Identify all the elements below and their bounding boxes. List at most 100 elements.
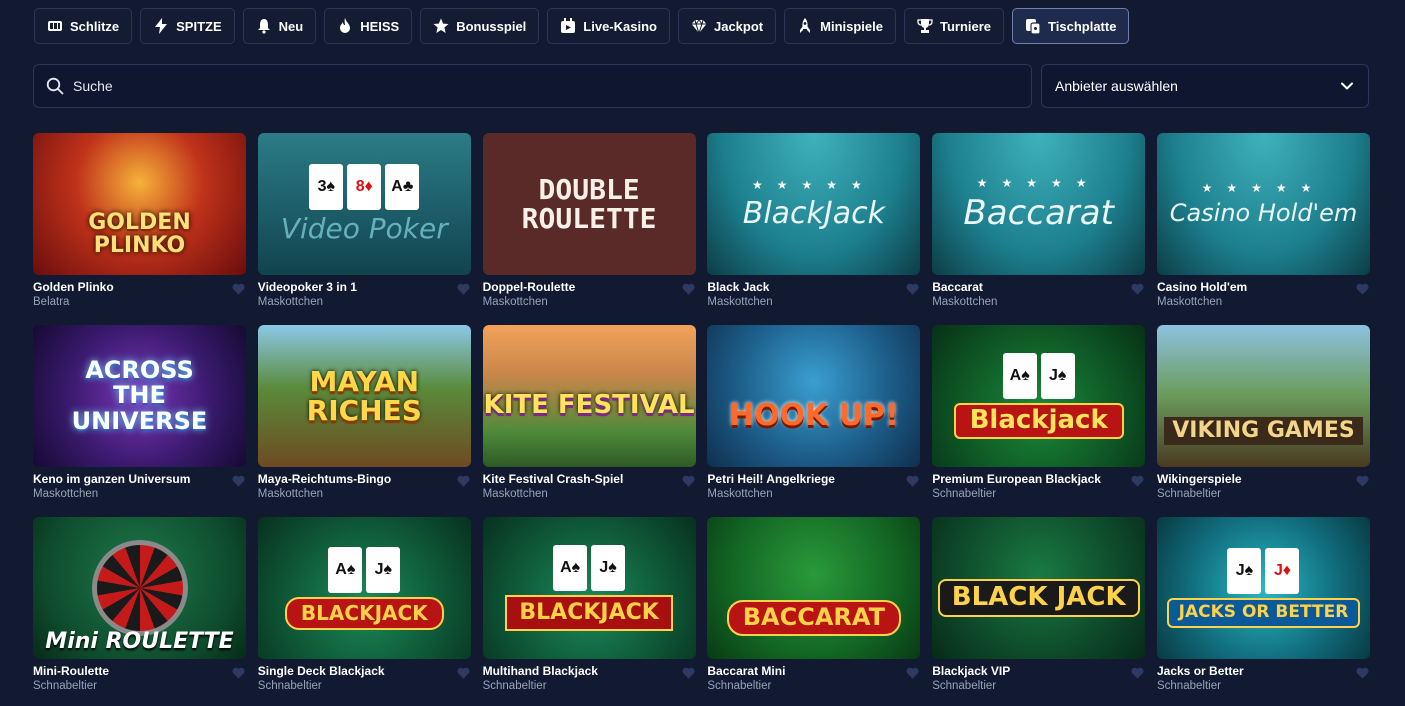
favorite-heart-icon[interactable] (457, 666, 470, 679)
search-input[interactable]: Suche (33, 64, 1032, 108)
favorite-heart-icon[interactable] (232, 282, 245, 295)
tab-bonusspiel[interactable]: Bonusspiel (420, 8, 540, 44)
game-name: Multihand Blackjack (482, 664, 598, 678)
favorite-heart-icon[interactable] (1356, 282, 1369, 295)
tab-jackpot[interactable]: Jackpot (677, 8, 777, 44)
game-thumbnail[interactable]: ★★★★★ BlackJack (707, 133, 921, 275)
tab-tischplatte[interactable]: Tischplatte (1012, 8, 1130, 44)
tab-label: Turniere (939, 18, 992, 34)
game-thumbnail[interactable]: ★★★★★ Baccarat (932, 133, 1146, 275)
game-thumbnail[interactable]: VIKING GAMES (1156, 325, 1370, 467)
playing-cards-art: J♠ J♦ (1227, 548, 1300, 595)
game-grid: GOLDEN PLINKO Golden Plinko Belatra 3♠ 8♦ A… (33, 133, 1370, 692)
game-card[interactable]: 3♠ 8♦ A♣ Video Poker Videopoker 3 in 1 Mask… (257, 133, 471, 308)
game-thumbnail[interactable]: GOLDEN PLINKO (33, 133, 246, 275)
game-provider: Schnabeltier (1156, 680, 1221, 692)
favorite-heart-icon[interactable] (682, 474, 695, 487)
stars-decoration: ★★★★★ (751, 178, 876, 193)
tab-minispiele[interactable]: Minispiele (784, 8, 896, 44)
game-thumbnail[interactable]: A♠ J♠ Blackjack (932, 325, 1146, 467)
game-thumbnail[interactable]: ACROSS THE UNIVERSE (33, 325, 246, 467)
game-card[interactable]: ★★★★★ Baccarat Baccarat Maskottchen (932, 133, 1146, 308)
tab-label: Minispiele (820, 18, 883, 34)
playing-cards-art: A♠ J♠ (553, 545, 626, 592)
tab-neu[interactable]: Neu (242, 8, 317, 44)
tab-label: Schlitze (70, 18, 120, 34)
favorite-heart-icon[interactable] (1131, 282, 1144, 295)
game-art-title: KITE FESTIVAL (483, 390, 695, 421)
game-provider: Maskottchen (707, 488, 773, 500)
game-card[interactable]: HOOK UP! Petri Heil! Angelkriege Maskottc… (707, 325, 921, 500)
game-card[interactable]: A♠ J♠ BLACKJACK Single Deck Blackjack Schn… (257, 517, 471, 692)
favorite-heart-icon[interactable] (232, 474, 245, 487)
game-name: Golden Plinko (33, 280, 114, 294)
game-thumbnail[interactable]: MAYAN RICHES (257, 325, 471, 467)
tab-spitze[interactable]: SPITZE (140, 8, 235, 44)
tab-schlitze[interactable]: Schlitze (34, 8, 133, 44)
favorite-heart-icon[interactable] (1356, 474, 1369, 487)
game-name: Jacks or Better (1156, 664, 1244, 678)
game-art-title: VIKING GAMES (1164, 417, 1363, 445)
favorite-heart-icon[interactable] (232, 666, 245, 679)
game-provider: Schnabeltier (1156, 488, 1221, 500)
game-provider: Maskottchen (33, 488, 99, 500)
game-thumbnail[interactable]: A♠ J♠ BLACKJACK (257, 517, 471, 659)
favorite-heart-icon[interactable] (1356, 666, 1369, 679)
game-provider: Maskottchen (932, 296, 998, 308)
game-thumbnail[interactable]: DOUBLE ROULETTE (482, 133, 696, 275)
game-thumbnail[interactable]: A♠ J♠ BLACKJACK (482, 517, 696, 659)
tab-heiss[interactable]: HEISS (324, 8, 413, 44)
favorite-heart-icon[interactable] (1131, 474, 1144, 487)
game-thumbnail[interactable]: BLACK JACK (932, 517, 1146, 659)
game-name: Mini-Roulette (33, 664, 109, 678)
game-provider: Maskottchen (1156, 296, 1223, 308)
stars-decoration: ★★★★★ (976, 176, 1101, 191)
game-thumbnail[interactable]: KITE FESTIVAL (482, 325, 696, 467)
game-art-title: DOUBLE ROULETTE (521, 172, 657, 235)
game-card[interactable]: VIKING GAMES Wikingerspiele Schnabeltier (1156, 325, 1370, 500)
game-thumbnail[interactable]: ★★★★★ Casino Hold'em (1156, 133, 1370, 275)
game-card[interactable]: ACROSS THE UNIVERSE Keno im ganzen Unive… (33, 325, 246, 500)
game-card[interactable]: MAYAN RICHES Maya-Reichtums-Bingo Maskott… (257, 325, 471, 500)
game-art-title: Video Poker (280, 212, 448, 246)
provider-select[interactable]: Anbieter auswählen (1041, 64, 1369, 108)
game-card[interactable]: GOLDEN PLINKO Golden Plinko Belatra (33, 133, 246, 308)
game-art-title: BLACKJACK (505, 595, 673, 631)
game-card[interactable]: Mini ROULETTE Mini-Roulette Schnabeltier (33, 517, 246, 692)
tab-turniere[interactable]: Turniere (903, 8, 1005, 44)
game-thumbnail[interactable]: HOOK UP! (707, 325, 921, 467)
game-thumbnail[interactable]: J♠ J♦ JACKS OR BETTER (1156, 517, 1370, 659)
favorite-heart-icon[interactable] (906, 282, 919, 295)
game-card[interactable]: BLACK JACK Blackjack VIP Schnabeltier (932, 517, 1146, 692)
playing-cards-art: A♠ J♠ (1002, 353, 1075, 400)
game-card[interactable]: ★★★★★ Casino Hold'em Casino Hold'em Masko… (1156, 133, 1370, 308)
game-card[interactable]: KITE FESTIVAL Kite Festival Crash-Spiel M… (482, 325, 696, 500)
flame-icon (337, 18, 353, 34)
game-name: Single Deck Blackjack (257, 664, 385, 678)
game-card[interactable]: A♠ J♠ BLACKJACK Multihand Blackjack Schnab… (482, 517, 696, 692)
favorite-heart-icon[interactable] (906, 666, 919, 679)
game-thumbnail[interactable]: BACCARAT (707, 517, 921, 659)
favorite-heart-icon[interactable] (1131, 666, 1144, 679)
game-provider: Schnabeltier (932, 488, 997, 500)
game-name: Baccarat (932, 280, 983, 294)
game-name: Wikingerspiele (1156, 472, 1242, 486)
game-art-title: Blackjack (953, 403, 1124, 439)
provider-select-label: Anbieter auswählen (1055, 78, 1178, 94)
game-thumbnail[interactable]: Mini ROULETTE (33, 517, 246, 659)
game-card[interactable]: BACCARAT Baccarat Mini Schnabeltier (707, 517, 921, 692)
favorite-heart-icon[interactable] (906, 474, 919, 487)
game-thumbnail[interactable]: 3♠ 8♦ A♣ Video Poker (257, 133, 471, 275)
game-card[interactable]: DOUBLE ROULETTE Doppel-Roulette Maskottch… (482, 133, 696, 308)
search-icon (46, 77, 64, 95)
game-art-title: BACCARAT (726, 600, 901, 636)
game-card[interactable]: J♠ J♦ JACKS OR BETTER Jacks or Better Schn… (1156, 517, 1370, 692)
game-card[interactable]: ★★★★★ BlackJack Black Jack Maskottchen (707, 133, 921, 308)
favorite-heart-icon[interactable] (682, 666, 695, 679)
favorite-heart-icon[interactable] (457, 474, 470, 487)
tab-live-kasino[interactable]: Live-Kasino (547, 8, 670, 44)
favorite-heart-icon[interactable] (457, 282, 470, 295)
game-card[interactable]: A♠ J♠ Blackjack Premium European Blackjac… (932, 325, 1146, 500)
favorite-heart-icon[interactable] (682, 282, 695, 295)
game-name: Kite Festival Crash-Spiel (482, 472, 624, 486)
